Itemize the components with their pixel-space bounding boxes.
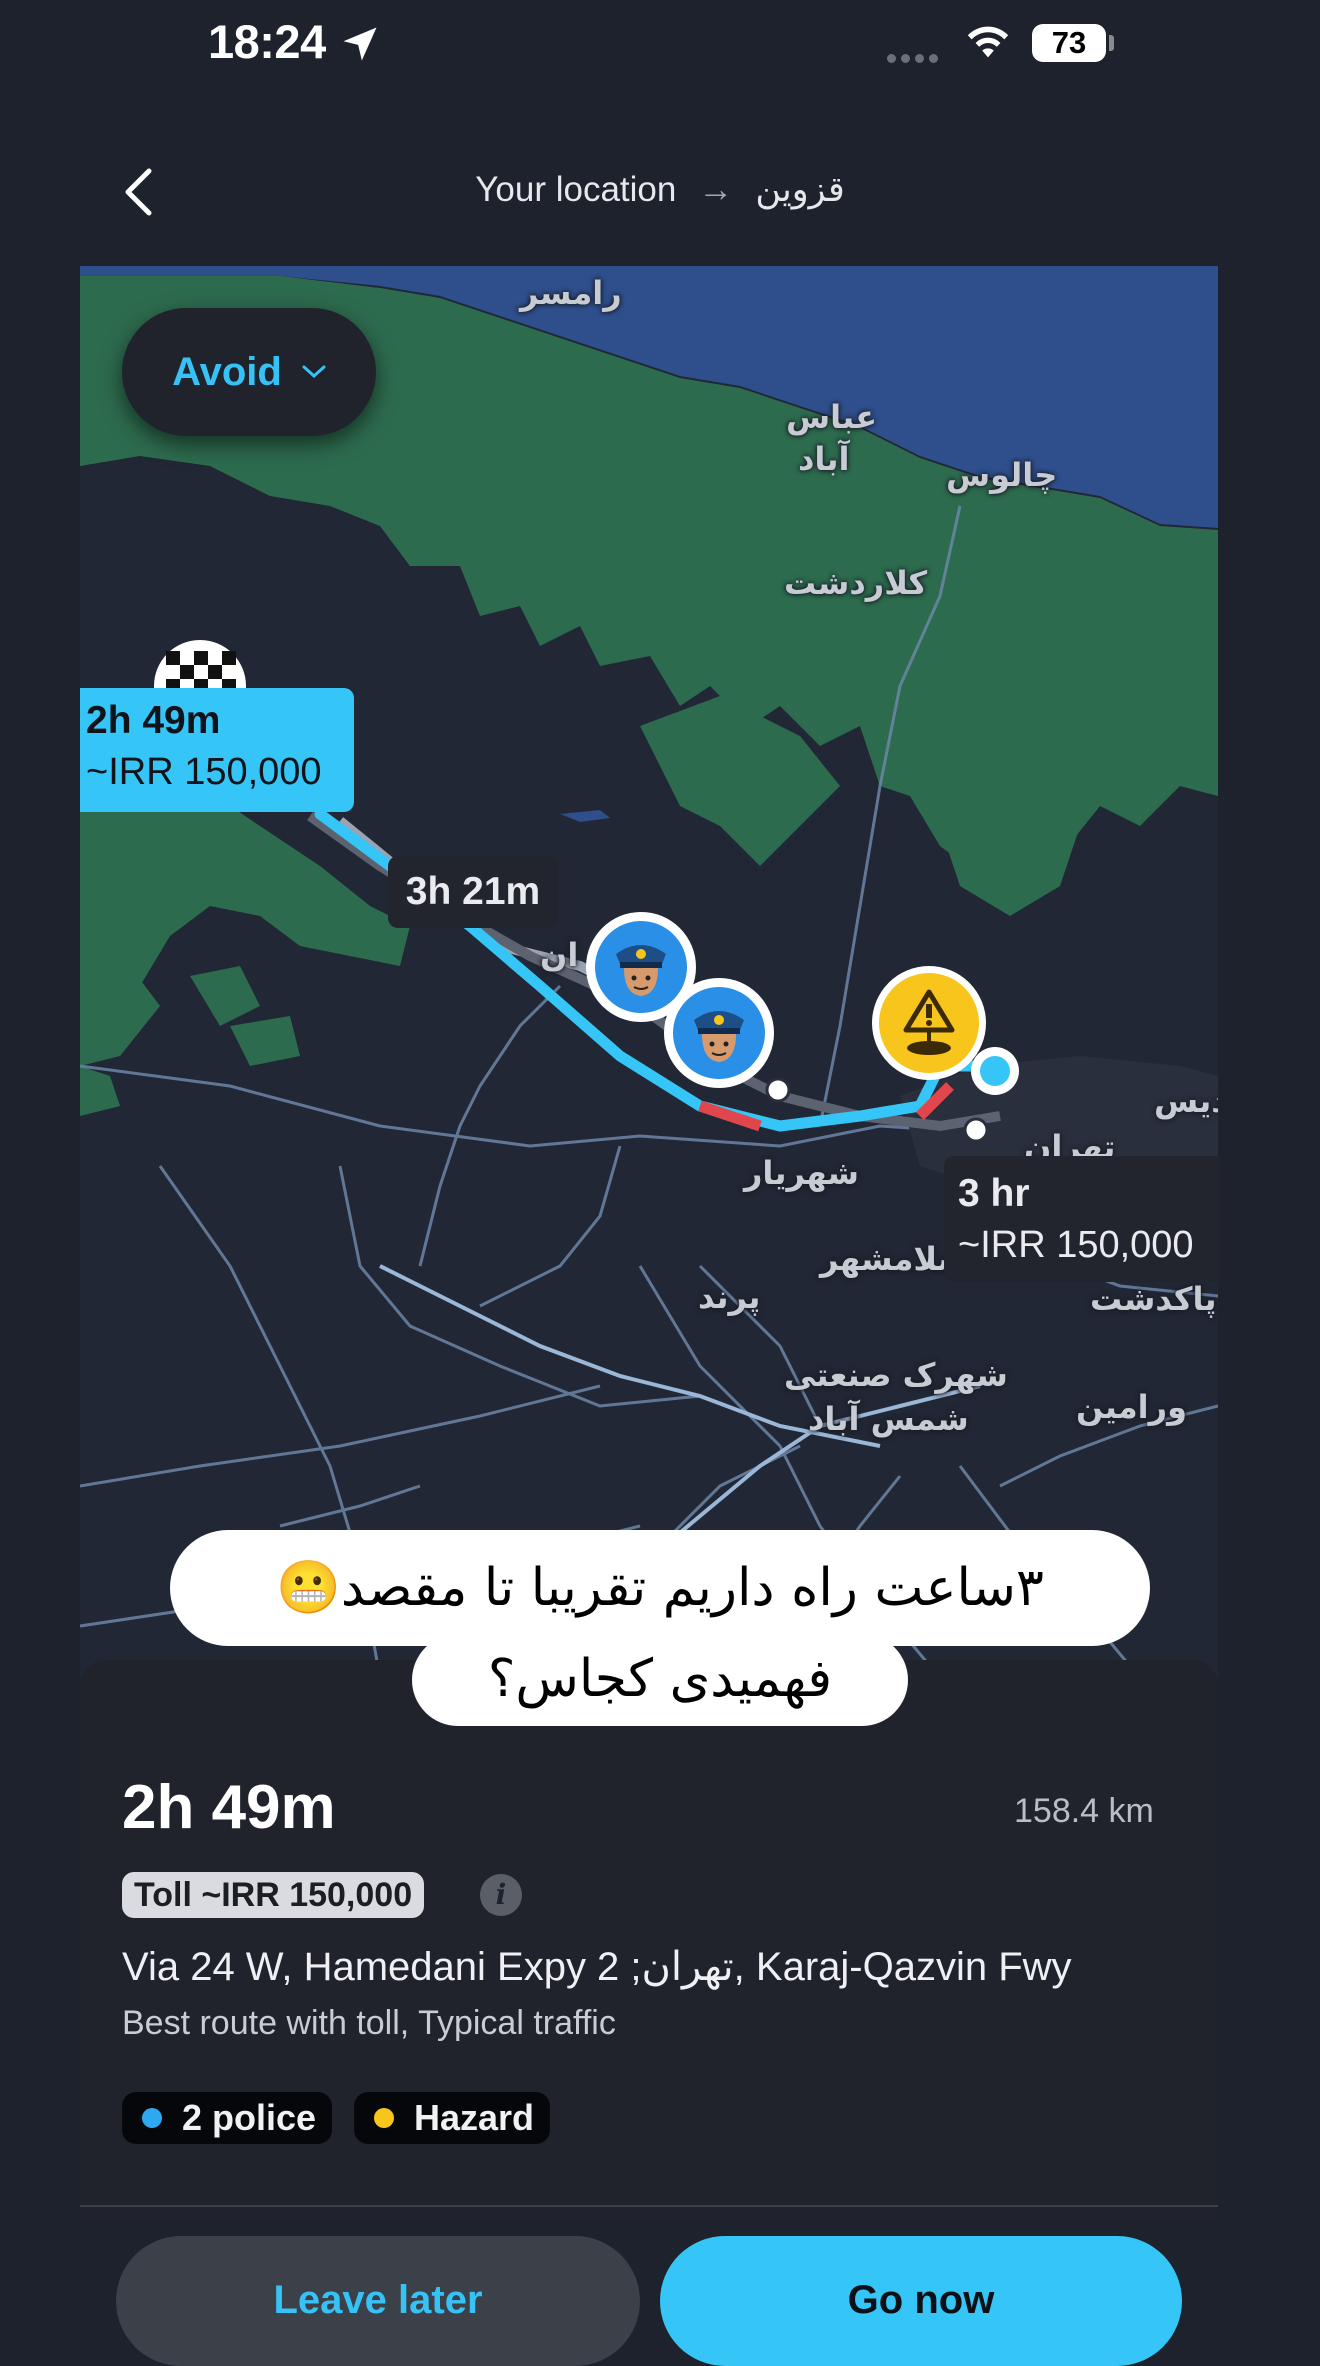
hazard-chip: Hazard (354, 2092, 551, 2144)
destination-label: قزوین (755, 170, 845, 209)
battery-indicator: 73 (1032, 24, 1106, 62)
route-title: Your location → قزوین (0, 170, 1320, 210)
city-shams-abad: شمس آباد (808, 1400, 969, 1438)
primary-route-duration: 2h 49m (86, 699, 221, 742)
route-duration: 2h 49m (122, 1773, 336, 1842)
police-chip: 2 police (122, 2092, 333, 2144)
police-icon[interactable] (664, 978, 774, 1088)
route-distance: 158.4 km (1014, 1792, 1154, 1830)
city-pakdasht: پاکدشت (1090, 1280, 1217, 1318)
story-caption-line-2: فهمیدی کجاس؟ (412, 1634, 908, 1726)
police-chip-label: 2 police (182, 2097, 317, 2138)
city-chalus: چالوس (946, 456, 1058, 494)
location-arrow-icon (343, 27, 377, 61)
hazard-dot-icon (374, 2108, 394, 2128)
avoid-button[interactable]: Avoid (122, 308, 376, 436)
city-ramsar: رامسر (520, 274, 622, 312)
leave-later-button[interactable]: Leave later (116, 2236, 640, 2366)
hazard-icon[interactable] (872, 966, 986, 1080)
avoid-label: Avoid (172, 349, 282, 394)
city-pardis: پردیس (1154, 1082, 1218, 1120)
city-abbasabad-2: آباد (798, 440, 850, 478)
story-caption-line-1: ۳ساعت راه داریم تقریبا تا مقصد😬 (170, 1530, 1150, 1646)
battery-cap (1109, 35, 1114, 51)
route-via: Via 24 W, Hamedani Expy 2 ;تهران, Karaj-… (122, 1945, 1072, 1989)
city-parand: پرند (698, 1278, 761, 1316)
wifi-icon (967, 26, 1009, 58)
route-subtitle: Best route with toll, Typical traffic (122, 2004, 616, 2042)
city-shahriar: شهریار (744, 1154, 859, 1192)
primary-route-label[interactable]: 2h 49m ~IRR 150,000 (80, 688, 354, 812)
origin-label: Your location (475, 170, 677, 209)
city-karaj-partial: ان (540, 936, 579, 974)
city-abbasabad-1: عباس (786, 398, 878, 436)
cellular-signal-icon (887, 50, 943, 68)
alt-route-2-duration: 3 hr (958, 1172, 1030, 1215)
arrow-right-icon: → (698, 170, 734, 209)
go-now-button[interactable]: Go now (660, 2236, 1182, 2366)
city-varamin: ورامین (1076, 1388, 1187, 1426)
divider (80, 2205, 1218, 2207)
alt-route-label-2[interactable]: 3 hr ~IRR 150,000 (944, 1156, 1220, 1282)
info-icon[interactable]: i (480, 1874, 522, 1916)
city-kelardasht: کلاردشت (784, 564, 928, 602)
primary-route-toll: ~IRR 150,000 (86, 751, 322, 793)
city-shahrak-sanati: شهرک صنعتی (784, 1356, 1008, 1394)
toll-badge: Toll ~IRR 150,000 (122, 1872, 425, 1918)
alt-route-label-1[interactable]: 3h 21m (388, 856, 558, 928)
hazard-chip-label: Hazard (414, 2097, 535, 2138)
chevron-down-icon (302, 365, 326, 379)
status-time: 18:24 (208, 15, 326, 68)
police-dot-icon (142, 2108, 162, 2128)
alt-route-2-toll: ~IRR 150,000 (958, 1224, 1194, 1266)
